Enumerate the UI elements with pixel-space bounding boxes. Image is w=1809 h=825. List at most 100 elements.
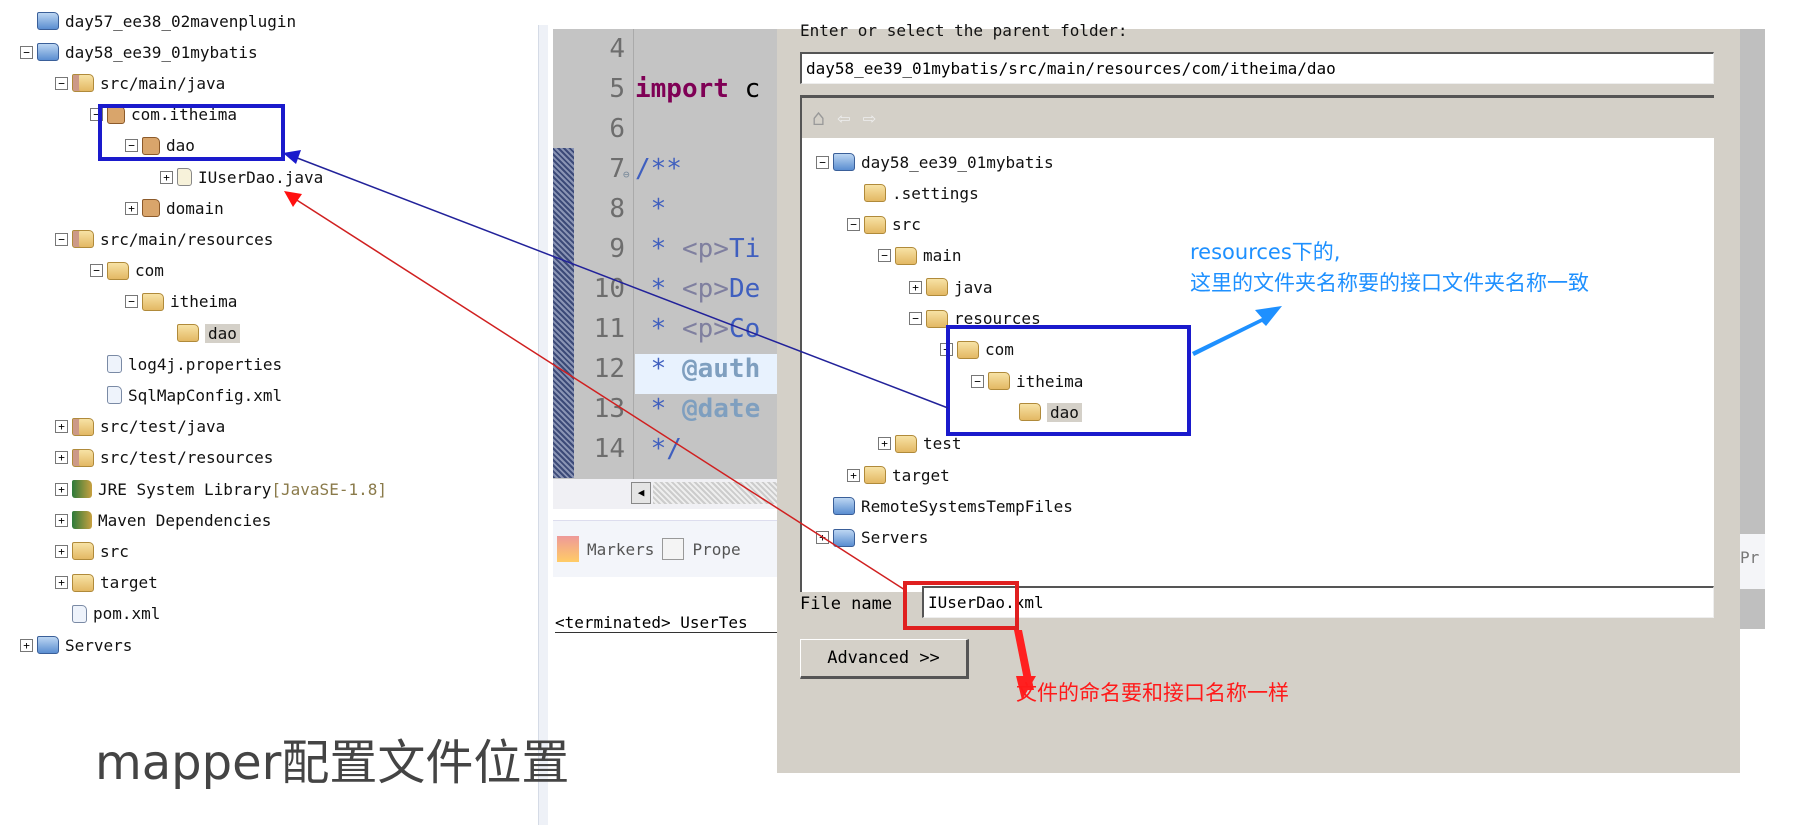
expand-icon[interactable]: + (55, 420, 68, 434)
expand-icon[interactable]: + (20, 638, 33, 652)
folder-icon (142, 292, 164, 311)
tree-item-label: target (892, 465, 950, 485)
scroll-left-button[interactable]: ◀ (631, 482, 651, 504)
tree-item-label: dao (205, 323, 240, 343)
back-icon[interactable]: ⇦ (837, 106, 850, 131)
expand-icon[interactable]: + (816, 531, 829, 545)
tree-item[interactable]: + test (878, 430, 962, 458)
home-icon[interactable]: ⌂ (812, 106, 825, 131)
tab-markers[interactable]: Markers (587, 540, 654, 559)
expand-icon[interactable]: + (160, 170, 173, 184)
expand-icon[interactable]: + (55, 544, 68, 558)
tree-item[interactable]: + src/test/resources (55, 444, 273, 472)
tree-item[interactable]: + src/test/java (55, 413, 225, 441)
tree-item[interactable]: + domain (125, 194, 224, 222)
tree-item[interactable]: − src (847, 211, 921, 239)
code-editor[interactable]: 4 5 import c 6 7 ⊖ /** 8 * 9 * <p>Ti 10 * <p>De 11… (553, 29, 777, 509)
tab-properties[interactable]: Prope (692, 540, 740, 559)
tree-item[interactable]: + Maven Dependencies (55, 506, 271, 534)
collapse-icon[interactable]: − (90, 264, 103, 278)
tree-item[interactable]: + JRE System Library [JavaSE-1.8] (55, 475, 387, 503)
tree-item[interactable]: dao (1002, 398, 1082, 426)
tree-item[interactable]: SqlMapConfig.xml (90, 381, 282, 409)
tree-item[interactable]: − src/main/java (55, 69, 225, 97)
tree-item[interactable]: + IUserDao.java (160, 163, 323, 191)
collapse-icon[interactable]: − (20, 45, 33, 59)
tree-item[interactable]: pom.xml (55, 600, 160, 628)
code-line: /** (635, 154, 682, 184)
file-name-input[interactable]: IUserDao.xml (922, 586, 1714, 618)
tree-item[interactable]: − src/main/resources (55, 225, 273, 253)
tree-item[interactable]: − com (940, 336, 1014, 364)
expand-icon[interactable]: + (55, 576, 68, 590)
parent-folder-input[interactable]: day58_ee39_01mybatis/src/main/resources/… (800, 52, 1714, 84)
tree-toolbar: ⌂ ⇦ ⇨ (802, 98, 1714, 138)
collapse-icon[interactable]: − (971, 374, 984, 388)
tree-item[interactable]: − resources (909, 305, 1041, 333)
expand-icon[interactable]: + (55, 482, 68, 496)
collapse-icon[interactable]: − (55, 232, 68, 246)
expand-icon[interactable]: + (878, 437, 891, 451)
collapse-icon[interactable]: − (90, 108, 103, 122)
expand-icon[interactable]: + (55, 513, 68, 527)
tree-item-label: target (100, 573, 158, 593)
tree-item-label: itheima (1016, 371, 1084, 391)
tree-item[interactable]: + Servers (816, 524, 928, 552)
folder-icon (926, 309, 948, 328)
tree-item[interactable]: + target (847, 461, 950, 489)
code-line: * <p>De (635, 274, 761, 304)
tree-item[interactable]: − com.itheima (90, 101, 237, 129)
folder-icon (957, 340, 979, 359)
tree-item[interactable]: RemoteSystemsTempFiles (816, 492, 1073, 520)
tree-item-label: .settings (892, 183, 979, 203)
tree-item[interactable]: .settings (847, 179, 979, 207)
collapse-icon[interactable]: − (847, 218, 860, 232)
collapse-icon[interactable]: − (878, 249, 891, 263)
forward-icon[interactable]: ⇨ (863, 106, 876, 131)
folder-icon (72, 573, 94, 592)
expand-icon[interactable]: + (847, 468, 860, 482)
lib-icon (72, 480, 92, 498)
tree-item[interactable]: dao (160, 319, 240, 347)
file-name-label: File name (800, 594, 893, 614)
tree-item-label: main (923, 246, 962, 266)
tree-item[interactable]: + Servers (20, 631, 132, 659)
collapse-icon[interactable]: − (125, 295, 138, 309)
fold-icon[interactable]: ⊖ (623, 168, 630, 181)
horizontal-scrollbar[interactable]: ◀ (553, 479, 777, 509)
tree-item[interactable]: day57_ee38_02mavenplugin (20, 7, 296, 35)
advanced-button[interactable]: Advanced >> (800, 639, 969, 679)
expand-icon[interactable]: + (909, 280, 922, 294)
tree-item-label: IUserDao.java (198, 167, 324, 187)
tree-item[interactable]: − day58_ee39_01mybatis (20, 38, 258, 66)
collapse-icon[interactable]: − (816, 155, 829, 169)
code-line: import c (635, 74, 761, 104)
tree-item[interactable]: − dao (125, 132, 195, 160)
tree-item[interactable]: − day58_ee39_01mybatis (816, 148, 1054, 176)
line-number: 11 (593, 314, 625, 344)
explorer-separator[interactable] (538, 25, 548, 825)
scroll-track[interactable] (653, 482, 777, 504)
folder-icon (988, 372, 1010, 391)
expand-icon[interactable]: + (55, 451, 68, 465)
collapse-icon[interactable]: − (909, 312, 922, 325)
tree-item[interactable]: + src (55, 537, 129, 565)
tree-item-label: dao (166, 136, 195, 156)
tree-item[interactable]: − main (878, 242, 962, 270)
tree-item[interactable]: + target (55, 569, 158, 597)
collapse-icon[interactable]: − (940, 343, 953, 357)
new-file-dialog: Enter or select the parent folder: day58… (777, 21, 1740, 773)
line-number-divider (633, 29, 634, 479)
tree-item[interactable]: + java (909, 273, 993, 301)
folder-icon (864, 215, 886, 234)
srcf-icon (72, 74, 94, 93)
tree-item[interactable]: − com (90, 257, 164, 285)
tree-item-label: day58_ee39_01mybatis (65, 42, 258, 62)
collapse-icon[interactable]: − (125, 139, 138, 153)
collapse-icon[interactable]: − (55, 76, 68, 90)
expand-icon[interactable]: + (125, 201, 138, 215)
tree-item[interactable]: − itheima (125, 288, 237, 316)
tree-item[interactable]: − itheima (971, 367, 1083, 395)
tree-item[interactable]: log4j.properties (90, 350, 282, 378)
right-tab-label[interactable]: Pr (1740, 534, 1765, 589)
